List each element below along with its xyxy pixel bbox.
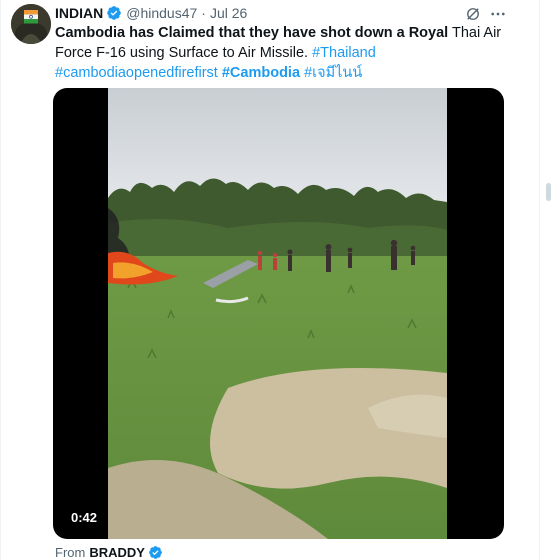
author-name[interactable]: INDIAN [55, 5, 103, 21]
tweet-text: Cambodia has Claimed that they have shot… [55, 23, 515, 83]
author-handle[interactable]: @hindus47 [126, 5, 197, 21]
avatar-image [11, 4, 51, 44]
hashtag-link[interactable]: #เจมีไนน์ [304, 65, 362, 81]
verified-badge-icon [149, 546, 162, 559]
more-options-icon[interactable] [489, 5, 507, 23]
avatar[interactable] [11, 4, 51, 44]
source-name[interactable]: BRADDY [89, 545, 145, 560]
tweet-text-bold: Cambodia has Claimed that they have shot… [55, 25, 449, 41]
verified-badge-icon[interactable] [106, 5, 122, 21]
source-label: From [55, 545, 86, 560]
video-player[interactable]: 0:42 [53, 88, 504, 539]
tweet-header: INDIAN @hindus47 · Jul 26 [55, 4, 247, 22]
scrollbar-track[interactable] [541, 0, 551, 560]
scrollbar-thumb[interactable] [546, 183, 551, 201]
separator-dot: · [201, 5, 206, 21]
grok-icon[interactable] [464, 5, 482, 23]
column-border-left [0, 0, 1, 560]
tweet-date[interactable]: Jul 26 [210, 5, 247, 21]
column-border-right [539, 0, 540, 560]
hashtag-link[interactable]: #Thailand [312, 45, 376, 61]
video-duration: 0:42 [65, 507, 104, 528]
video-frame [108, 88, 447, 539]
hashtag-link[interactable]: #cambodiaopenedfirefirst [55, 65, 218, 81]
source-attribution: From BRADDY [55, 545, 163, 560]
hashtag-link[interactable]: #Cambodia [222, 65, 300, 81]
